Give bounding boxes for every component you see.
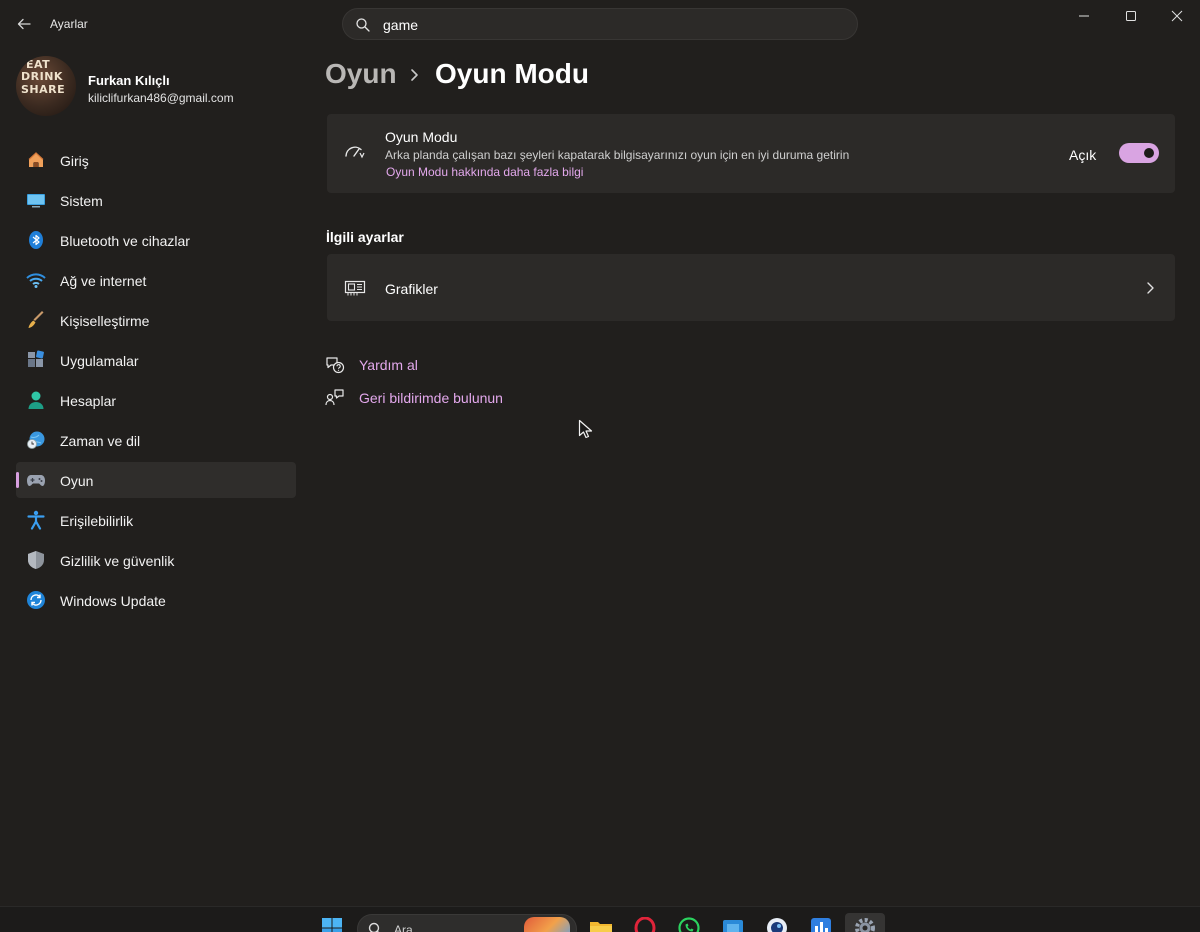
sidebar-item-bluetooth[interactable]: Bluetooth ve cihazlar	[16, 222, 296, 258]
taskbar-search-label: Ara	[394, 923, 413, 932]
game-mode-toggle[interactable]	[1119, 143, 1159, 163]
toggle-knob	[1144, 148, 1154, 158]
store-app-icon[interactable]	[722, 917, 744, 932]
sidebar-item-label: Oyun	[60, 473, 94, 489]
game-mode-title: Oyun Modu	[385, 129, 458, 145]
sidebar-item-time-language[interactable]: Zaman ve dil	[16, 422, 296, 458]
search-input[interactable]: game	[383, 17, 418, 33]
settings-search-box[interactable]: game	[342, 8, 858, 40]
toggle-state-label: Açık	[1069, 147, 1097, 163]
apps-icon	[26, 350, 46, 370]
windows-update-icon	[26, 590, 46, 610]
sidebar-item-giris[interactable]: Giriş	[16, 142, 296, 178]
chevron-right-icon	[1142, 280, 1158, 296]
back-arrow-icon[interactable]	[14, 14, 34, 34]
whatsapp-icon[interactable]	[678, 917, 700, 932]
search-icon	[368, 922, 382, 932]
help-chat-icon	[325, 355, 345, 375]
avatar[interactable]: EAT DRINK SHARE	[16, 56, 76, 116]
maximize-button[interactable]	[1113, 6, 1149, 28]
sidebar-item-gaming[interactable]: Oyun	[16, 462, 296, 498]
sidebar-item-personalization[interactable]: Kişiselleştirme	[16, 302, 296, 338]
sidebar-item-label: Sistem	[60, 193, 103, 209]
analytics-app-icon[interactable]	[810, 917, 832, 932]
home-icon	[26, 150, 46, 170]
breadcrumb-parent[interactable]: Oyun	[325, 58, 397, 90]
taskbar: Ara	[0, 906, 1200, 932]
graphics-label: Grafikler	[385, 281, 438, 297]
sidebar-item-windows-update[interactable]: Windows Update	[16, 582, 296, 618]
sidebar-item-accessibility[interactable]: Erişilebilirlik	[16, 502, 296, 538]
profile-email: kiliclifurkan486@gmail.com	[88, 91, 234, 105]
accessibility-icon	[26, 510, 46, 530]
sidebar-item-apps[interactable]: Uygulamalar	[16, 342, 296, 378]
game-mode-card: Oyun Modu Arka planda çalışan bazı şeyle…	[327, 114, 1175, 193]
search-highlight-image	[524, 917, 570, 932]
sidebar-item-accounts[interactable]: Hesaplar	[16, 382, 296, 418]
wifi-icon	[26, 270, 46, 290]
app-title: Ayarlar	[50, 17, 88, 31]
game-mode-description: Arka planda çalışan bazı şeyleri kapatar…	[385, 148, 850, 162]
avatar-text-line: SHARE	[21, 83, 66, 96]
get-help-label: Yardım al	[359, 357, 418, 373]
mouse-cursor-icon	[578, 419, 594, 439]
media-app-icon[interactable]	[766, 917, 788, 932]
sidebar-item-label: Hesaplar	[60, 393, 117, 409]
graphics-card-icon	[344, 278, 366, 298]
brush-icon	[26, 310, 46, 330]
sidebar-item-label: Zaman ve dil	[60, 433, 141, 449]
sidebar-item-label: Uygulamalar	[60, 353, 139, 369]
shield-icon	[26, 550, 46, 570]
chevron-right-icon	[405, 66, 423, 84]
accounts-icon	[26, 390, 46, 410]
start-windows-icon[interactable]	[321, 917, 343, 932]
give-feedback-label: Geri bildirimde bulunun	[359, 390, 503, 406]
time-language-icon	[26, 430, 46, 450]
sidebar-item-label: Gizlilik ve güvenlik	[60, 553, 175, 569]
settings-gear-icon[interactable]	[854, 917, 876, 932]
sidebar-item-label: Ağ ve internet	[60, 273, 147, 289]
system-icon	[26, 190, 46, 210]
avatar-text-line: DRINK	[21, 70, 63, 83]
user-profile[interactable]: EAT DRINK SHARE Furkan Kılıçlı kiliclifu…	[16, 56, 306, 120]
sidebar-item-sistem[interactable]: Sistem	[16, 182, 296, 218]
profile-name: Furkan Kılıçlı	[88, 73, 170, 88]
sidebar-item-label: Giriş	[60, 153, 89, 169]
sidebar-item-label: Bluetooth ve cihazlar	[60, 233, 190, 249]
bluetooth-icon	[26, 230, 46, 250]
close-button[interactable]	[1159, 6, 1195, 28]
feedback-icon	[325, 388, 345, 408]
minimize-button[interactable]	[1066, 6, 1102, 28]
game-mode-gauge-icon	[344, 142, 366, 164]
file-explorer-icon[interactable]	[589, 917, 612, 932]
search-icon	[355, 17, 371, 33]
sidebar-item-network[interactable]: Ağ ve internet	[16, 262, 296, 298]
sidebar-item-privacy-security[interactable]: Gizlilik ve güvenlik	[16, 542, 296, 578]
graphics-settings-card[interactable]: Grafikler	[327, 254, 1175, 321]
gamepad-icon	[26, 470, 46, 490]
related-settings-heading: İlgili ayarlar	[326, 229, 404, 245]
title-bar: Ayarlar game	[0, 0, 1200, 48]
game-mode-learn-more-link[interactable]: Oyun Modu hakkında daha fazla bilgi	[386, 165, 583, 179]
sidebar-item-label: Kişiselleştirme	[60, 313, 150, 329]
sidebar-item-label: Windows Update	[60, 593, 166, 609]
page-title: Oyun Modu	[435, 58, 589, 89]
sidebar-item-label: Erişilebilirlik	[60, 513, 134, 529]
opera-browser-icon[interactable]	[634, 916, 656, 932]
sidebar-nav: Giriş Sistem Bluetooth ve cihazlar Ağ ve…	[16, 142, 296, 622]
taskbar-search[interactable]: Ara	[357, 914, 577, 932]
